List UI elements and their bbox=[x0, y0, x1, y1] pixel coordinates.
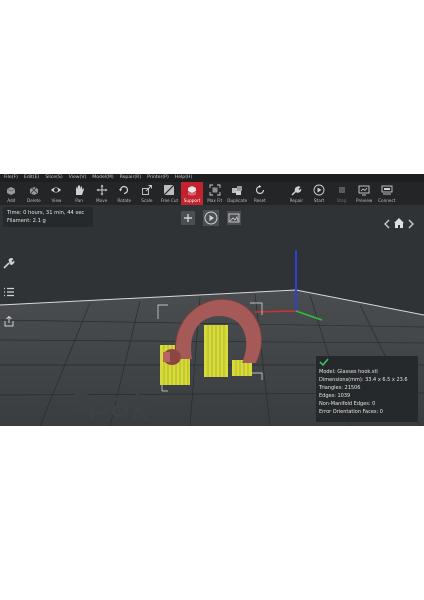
max-fit-label: Max Fit bbox=[207, 198, 223, 203]
model-info-panel: Model: Glasses hook.stl Dimensions(mm): … bbox=[316, 356, 418, 422]
menu-repair[interactable]: Repair(R) bbox=[120, 174, 141, 182]
repair-label: Repair bbox=[289, 198, 304, 203]
rotate-label: Rotate bbox=[117, 198, 132, 203]
hand-icon bbox=[76, 185, 85, 195]
support-button[interactable]: Support bbox=[180, 182, 204, 205]
filament-usage: Filament: 2.1 g bbox=[7, 218, 46, 224]
list-button[interactable] bbox=[3, 283, 15, 302]
delete-button[interactable]: Delete bbox=[23, 182, 46, 205]
scale-label: Scale bbox=[141, 198, 153, 203]
menu-slice[interactable]: Slice(S) bbox=[45, 174, 62, 182]
max-fit-button[interactable]: Max Fit bbox=[203, 182, 226, 205]
preview-icon bbox=[358, 185, 370, 196]
next-view-button[interactable] bbox=[408, 214, 414, 233]
repair-button[interactable]: Repair bbox=[285, 182, 308, 205]
eye-icon bbox=[51, 187, 62, 193]
delete-label: Delete bbox=[27, 198, 41, 203]
image-view-button[interactable] bbox=[226, 210, 242, 226]
menu-bar: File(F) Edit(E) Slice(S) View(V) Model(M… bbox=[0, 174, 424, 182]
pan-button[interactable]: Pan bbox=[68, 182, 91, 205]
model-name: Model: Glasses hook.stl bbox=[319, 369, 378, 375]
support-label: Support bbox=[183, 198, 201, 203]
duplicate-button[interactable]: Duplicate bbox=[226, 182, 249, 205]
duplicate-icon bbox=[232, 186, 243, 195]
check-icon bbox=[319, 358, 329, 367]
connect-icon bbox=[381, 185, 393, 195]
print-stats-panel: Time: 0 hours, 31 min, 44 sec Filament: … bbox=[3, 207, 93, 227]
view-controls bbox=[180, 210, 242, 226]
export-icon bbox=[4, 315, 14, 327]
stop-icon bbox=[338, 187, 345, 193]
menu-help[interactable]: Help(H) bbox=[175, 174, 193, 182]
reset-button[interactable]: Reset bbox=[249, 182, 272, 205]
repair-icon bbox=[291, 186, 302, 196]
play-icon bbox=[203, 210, 219, 226]
model-dimensions: Dimensions(mm): 33.4 x 6.5 x 23.6 bbox=[319, 377, 408, 383]
slicer-app-window: File(F) Edit(E) Slice(S) View(V) Model(M… bbox=[0, 174, 424, 426]
add-model-icon bbox=[7, 187, 16, 195]
preview-label: Preview bbox=[356, 198, 373, 203]
menu-view[interactable]: View(V) bbox=[69, 174, 87, 182]
tools-button[interactable] bbox=[3, 254, 15, 273]
model-error-faces: Error Orientation Faces: 0 bbox=[319, 409, 383, 415]
add-label: Add bbox=[7, 198, 16, 203]
connect-button[interactable]: Connect bbox=[376, 182, 399, 205]
duplicate-label: Duplicate bbox=[227, 198, 248, 203]
main-toolbar: Add Delete View Pan Move Rotate Scale Fr… bbox=[0, 182, 424, 206]
add-button[interactable]: Add bbox=[0, 182, 23, 205]
rotate-icon bbox=[119, 185, 129, 195]
free-cut-label: Free Cut bbox=[160, 198, 179, 203]
connect-label: Connect bbox=[378, 198, 396, 203]
left-sidebar bbox=[3, 254, 15, 331]
reset-icon bbox=[255, 185, 264, 195]
view-button[interactable]: View bbox=[45, 182, 68, 205]
stop-button[interactable]: Stop bbox=[330, 182, 353, 205]
model-edges: Edges: 1039 bbox=[319, 393, 351, 399]
play-view-button[interactable] bbox=[203, 210, 219, 226]
x-axis bbox=[254, 310, 297, 313]
move-label: Move bbox=[96, 198, 108, 203]
image-icon bbox=[227, 211, 241, 225]
scale-button[interactable]: Scale bbox=[136, 182, 159, 205]
pan-label: Pan bbox=[75, 198, 83, 203]
menu-edit[interactable]: Edit(E) bbox=[24, 174, 39, 182]
export-button[interactable] bbox=[3, 312, 15, 331]
delete-icon bbox=[29, 186, 38, 195]
menu-model[interactable]: Model(M) bbox=[92, 174, 113, 182]
navigation-controls bbox=[384, 214, 414, 233]
move-button[interactable]: Move bbox=[90, 182, 113, 205]
prev-view-button[interactable] bbox=[384, 214, 390, 233]
free-cut-button[interactable]: Free Cut bbox=[158, 182, 181, 205]
plus-icon bbox=[181, 211, 195, 225]
support-icon bbox=[188, 186, 197, 196]
wrench-icon bbox=[3, 258, 15, 269]
view-label: View bbox=[51, 198, 62, 203]
start-button[interactable]: Start bbox=[308, 182, 331, 205]
model-triangles: Triangles: 21506 bbox=[319, 385, 361, 391]
add-view-button[interactable] bbox=[180, 210, 196, 226]
rotate-button[interactable]: Rotate bbox=[113, 182, 136, 205]
menu-printer[interactable]: Printer(P) bbox=[147, 174, 169, 182]
start-label: Start bbox=[313, 198, 325, 203]
reset-label: Reset bbox=[253, 198, 266, 203]
menu-file[interactable]: File(F) bbox=[4, 174, 18, 182]
home-icon bbox=[394, 218, 404, 228]
start-icon bbox=[313, 184, 325, 196]
scale-icon bbox=[141, 185, 152, 195]
chevron-right-icon bbox=[408, 219, 414, 229]
stop-label: Stop bbox=[336, 198, 347, 203]
home-view-button[interactable] bbox=[393, 214, 405, 233]
preview-button[interactable]: Preview bbox=[353, 182, 376, 205]
chevron-left-icon bbox=[384, 219, 390, 229]
model-non-manifold-edges: Non-Manifold Edges: 0 bbox=[319, 401, 376, 407]
free-cut-icon bbox=[164, 184, 175, 196]
list-icon bbox=[4, 287, 14, 297]
move-icon bbox=[96, 184, 108, 196]
print-time: Time: 0 hours, 31 min, 44 sec bbox=[7, 210, 85, 216]
max-fit-icon bbox=[209, 184, 221, 196]
